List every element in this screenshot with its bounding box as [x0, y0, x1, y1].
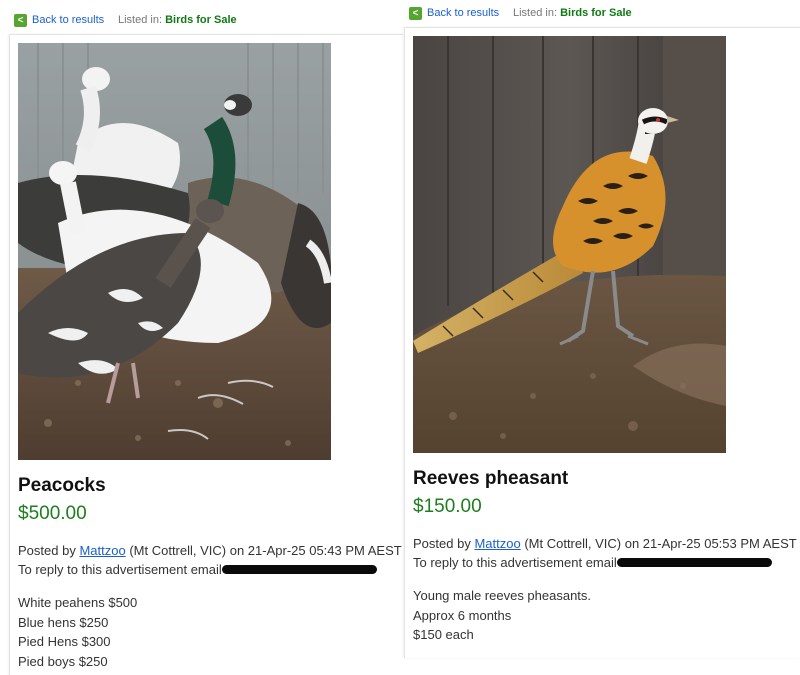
- redacted-email[interactable]: [616, 558, 772, 568]
- posted-by-line: Posted by Mattzoo (Mt Cottrell, VIC) on …: [413, 534, 797, 553]
- listing-card: Reeves pheasant $150.00 Posted by Mattzo…: [404, 27, 800, 658]
- poster-link[interactable]: Mattzoo: [474, 536, 520, 551]
- reply-line: To reply to this advertisement email: [413, 553, 772, 572]
- description-line: Blue hens $250: [18, 614, 109, 630]
- reply-line: To reply to this advertisement email: [18, 560, 377, 579]
- redacted-email[interactable]: [221, 565, 377, 575]
- listing-peacocks: < Back to results Listed in: Birds for S…: [0, 0, 403, 675]
- listing-card: Peacocks $500.00 Posted by Mattzoo (Mt C…: [9, 34, 403, 675]
- listed-in: Listed in: Birds for Sale: [118, 14, 237, 26]
- description-line: Approx 6 months: [413, 607, 512, 623]
- listing-reeves-pheasant: < Back to results Listed in: Birds for S…: [402, 0, 800, 674]
- description-line: Pied boys $250: [18, 653, 108, 669]
- arrow-left-icon[interactable]: <: [14, 14, 27, 27]
- back-to-results-link[interactable]: Back to results: [32, 14, 104, 26]
- description-line: Young male reeves pheasants.: [413, 588, 592, 603]
- peacocks-photo[interactable]: [18, 43, 331, 460]
- listing-title: Peacocks: [18, 475, 106, 496]
- poster-link[interactable]: Mattzoo: [79, 543, 125, 558]
- description-line: $150 each: [413, 627, 474, 643]
- posted-by-label: Posted by: [18, 543, 76, 558]
- listing-price: $500.00: [18, 503, 87, 524]
- reply-label: To reply to this advertisement email: [413, 555, 617, 570]
- category-link[interactable]: Birds for Sale: [165, 14, 237, 26]
- listing-description: Young male reeves pheasants. Approx 6 mo…: [413, 586, 591, 645]
- posted-by-label: Posted by: [413, 536, 471, 551]
- listed-in-label: Listed in:: [118, 14, 163, 26]
- back-to-results-link[interactable]: Back to results: [427, 7, 499, 19]
- description-line: Pied Hens $300: [18, 634, 111, 650]
- listed-in: Listed in: Birds for Sale: [513, 7, 632, 19]
- listing-description: White peahens $500 Blue hens $250 Pied H…: [18, 593, 137, 671]
- listed-in-label: Listed in:: [513, 7, 558, 19]
- description-line: White peahens $500: [18, 595, 138, 610]
- listing-title: Reeves pheasant: [413, 468, 569, 489]
- arrow-left-icon[interactable]: <: [409, 7, 422, 20]
- listing-price: $150.00: [413, 496, 482, 517]
- posted-details: (Mt Cottrell, VIC) on 21-Apr-25 05:53 PM…: [524, 536, 797, 551]
- posted-details: (Mt Cottrell, VIC) on 21-Apr-25 05:43 PM…: [129, 543, 402, 558]
- posted-by-line: Posted by Mattzoo (Mt Cottrell, VIC) on …: [18, 541, 402, 560]
- pheasant-photo[interactable]: [413, 36, 726, 453]
- category-link[interactable]: Birds for Sale: [560, 7, 632, 19]
- reply-label: To reply to this advertisement email: [18, 562, 222, 577]
